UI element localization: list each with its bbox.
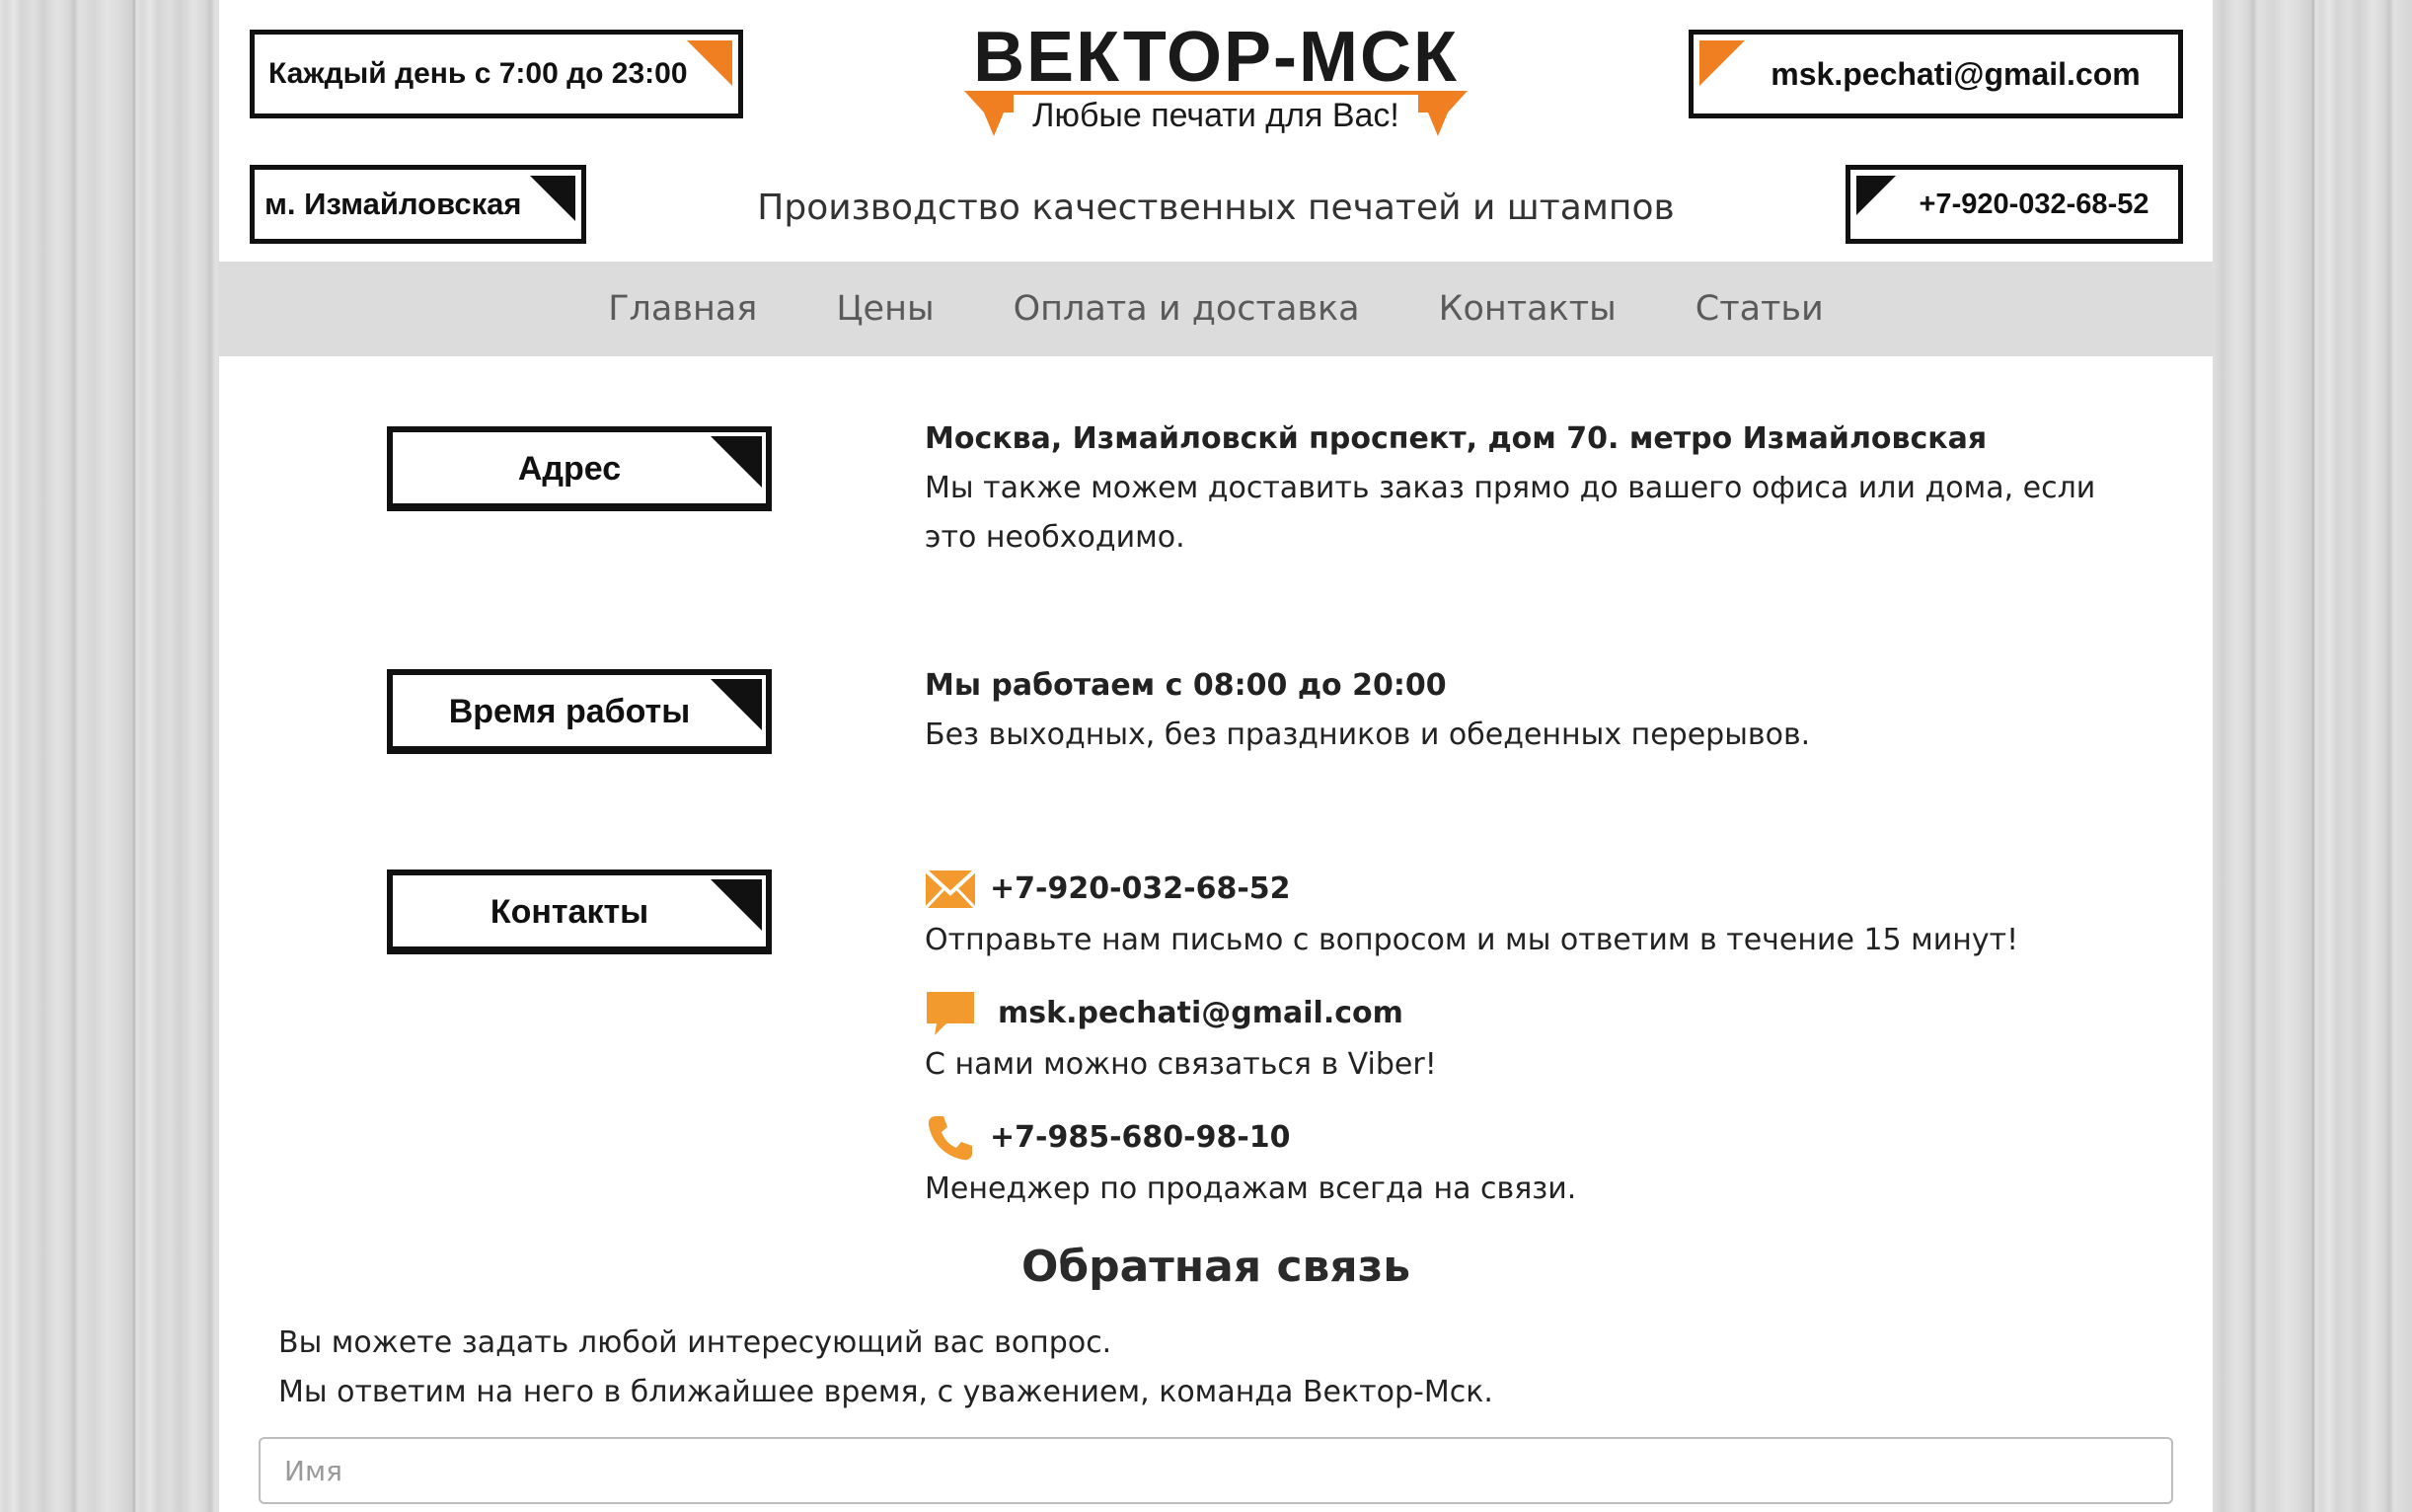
address-label: Адрес: [517, 449, 622, 488]
corner-triangle-icon: [687, 40, 732, 86]
main-nav: Главная Цены Оплата и доставка Контакты …: [219, 262, 2213, 356]
nav-item-prices[interactable]: Цены: [796, 289, 973, 329]
nav-item-contacts[interactable]: Контакты: [1399, 289, 1656, 329]
header-email-text: msk.pechati@gmail.com: [1771, 55, 2141, 92]
nav-item-payment-delivery[interactable]: Оплата и доставка: [974, 289, 1399, 329]
logo[interactable]: ВЕКТОР-МСК Любые печати для Вас!: [964, 18, 1468, 140]
header-phone-badge[interactable]: +7-920-032-68-52: [1846, 165, 2183, 244]
contact-email[interactable]: msk.pechati@gmail.com: [998, 989, 1403, 1038]
address-heading: Москва, Измайловскй проспект, дом 70. ме…: [925, 421, 1988, 456]
hours-content: Мы работаем с 08:00 до 20:00 Без выходны…: [925, 661, 2129, 760]
page-container: Каждый день с 7:00 до 23:00 ВЕКТОР-МСК Л…: [219, 0, 2213, 1512]
envelope-icon: [925, 864, 976, 915]
contact-manager-note: Менеджер по продажам всегда на связи.: [925, 1172, 1577, 1206]
contacts-label: Контакты: [490, 892, 649, 931]
contacts-label-box: Контакты: [387, 869, 772, 954]
contacts-content: +7-920-032-68-52 Отправьте нам письмо с …: [925, 863, 2129, 1214]
address-text: Мы также можем доставить заказ прямо до …: [925, 471, 2096, 555]
corner-triangle-icon: [711, 436, 762, 488]
corner-triangle-icon: [711, 879, 762, 931]
feedback-line-2: Мы ответим на него в ближайшее время, с …: [278, 1375, 1493, 1409]
working-hours-badge: Каждый день с 7:00 до 23:00: [250, 30, 743, 118]
chat-bubble-icon: [925, 988, 976, 1039]
corner-triangle-icon: [1856, 176, 1896, 215]
nav-item-home[interactable]: Главная: [568, 289, 796, 329]
name-input[interactable]: [259, 1437, 2173, 1504]
hours-label: Время работы: [448, 692, 691, 730]
corner-triangle-icon: [711, 679, 762, 730]
contact-item: msk.pechati@gmail.com: [925, 987, 2129, 1040]
contact-item: +7-920-032-68-52: [925, 863, 2129, 916]
feedback-title: Обратная связь: [1020, 1242, 1411, 1292]
hours-label-box: Время работы: [387, 669, 772, 754]
header-phone-text: +7-920-032-68-52: [1919, 188, 2149, 220]
address-label-box: Адрес: [387, 426, 772, 511]
hours-text: Без выходных, без праздников и обеденных…: [925, 718, 1811, 752]
address-content: Москва, Измайловскй проспект, дом 70. ме…: [925, 415, 2129, 563]
feedback-line-1: Вы можете задать любой интересующий вас …: [278, 1325, 1112, 1360]
contact-email-note: Отправьте нам письмо с вопросом и мы отв…: [925, 923, 2019, 957]
working-hours-text: Каждый день с 7:00 до 23:00: [268, 57, 688, 90]
contact-viber-note: С нами можно связаться в Viber!: [925, 1047, 1437, 1082]
logo-title: ВЕКТОР-МСК: [973, 18, 1459, 97]
header-email-badge[interactable]: msk.pechati@gmail.com: [1689, 30, 2183, 118]
hours-heading: Мы работаем с 08:00 до 20:00: [925, 668, 1447, 703]
logo-tagline: Любые печати для Вас!: [1014, 95, 1418, 136]
phone-icon: [925, 1112, 976, 1164]
feedback-description: Вы можете задать любой интересующий вас …: [278, 1319, 1493, 1417]
contact-phone-manager[interactable]: +7-985-680-98-10: [990, 1113, 1291, 1163]
nav-item-articles[interactable]: Статьи: [1656, 289, 1863, 329]
corner-triangle-icon: [1699, 40, 1745, 86]
contact-phone-primary[interactable]: +7-920-032-68-52: [990, 865, 1291, 914]
contact-item: +7-985-680-98-10: [925, 1111, 2129, 1165]
